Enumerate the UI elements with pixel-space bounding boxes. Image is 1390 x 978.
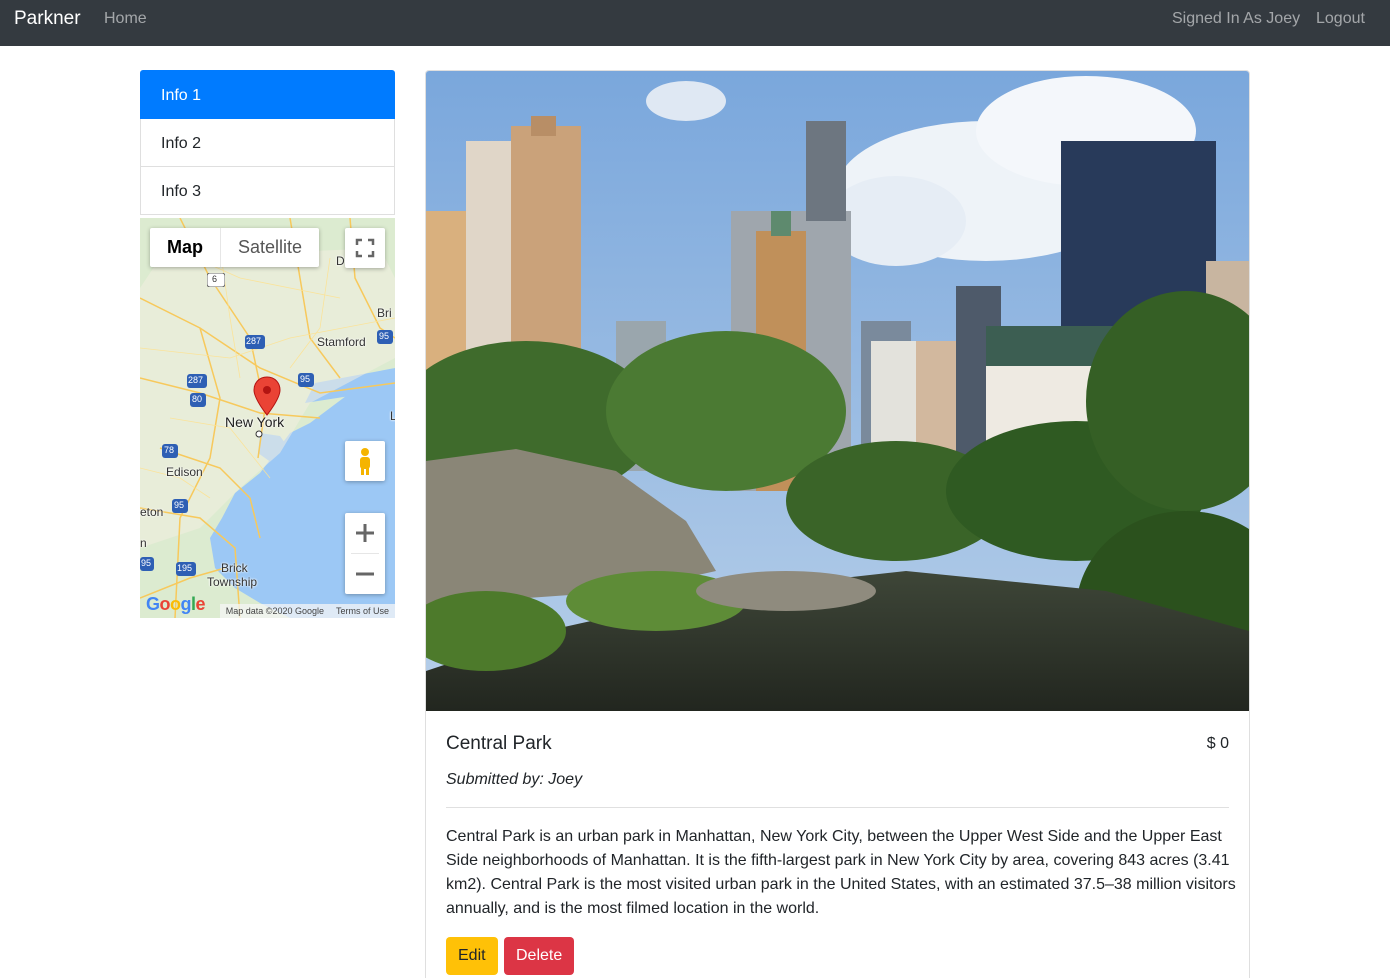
- shield-label: 287: [246, 336, 262, 346]
- shield-label: 6: [212, 274, 218, 284]
- nav-home-link[interactable]: Home: [104, 10, 147, 28]
- zoom-out-icon[interactable]: [345, 554, 385, 594]
- list-item-info-2[interactable]: Info 2: [140, 118, 395, 167]
- divider: [446, 807, 1229, 808]
- shield-label: 195: [177, 563, 193, 573]
- city-dot: [255, 430, 263, 438]
- map-label-brick: Brick: [221, 561, 248, 575]
- shield-label: 95: [300, 374, 311, 384]
- fullscreen-icon: [355, 238, 375, 258]
- navbar: Parkner Home Signed In As Joey Logout: [0, 0, 1390, 46]
- shield-label: 287: [188, 375, 204, 385]
- list-item-info-3[interactable]: Info 3: [140, 166, 395, 215]
- brand-link[interactable]: Parkner: [14, 8, 81, 30]
- shield-label: 95: [379, 331, 390, 341]
- map-label-edison: Edison: [166, 465, 203, 479]
- map-type-satellite-button[interactable]: Satellite: [221, 228, 319, 267]
- submitted-by: Submitted by: Joey: [446, 771, 583, 788]
- map-attribution: Map data ©2020 Google Terms of Use: [219, 604, 395, 618]
- park-title: Central Park: [446, 733, 552, 754]
- logout-link[interactable]: Logout: [1316, 10, 1365, 28]
- map-label-d: D: [336, 254, 345, 268]
- map-type-map-button[interactable]: Map: [150, 228, 221, 267]
- delete-button[interactable]: Delete: [504, 937, 575, 975]
- edit-button[interactable]: Edit: [446, 937, 498, 975]
- map-pin-icon[interactable]: [253, 376, 281, 416]
- terms-link[interactable]: Terms of Use: [336, 604, 389, 618]
- zoom-in-icon[interactable]: [345, 513, 385, 553]
- park-description: Central Park is an urban park in Manhatt…: [446, 828, 1236, 917]
- shield-label: 78: [164, 445, 175, 455]
- shield-label: 95: [141, 558, 152, 568]
- map-label-l: L: [390, 409, 395, 423]
- zoom-control: [345, 513, 385, 594]
- pegman-icon: [360, 448, 370, 475]
- map-label-new-york: New York: [225, 414, 285, 430]
- signed-in-text: Signed In As Joey: [1172, 10, 1301, 27]
- map-data-text: Map data ©2020 Google: [225, 606, 324, 616]
- park-photo: [426, 71, 1249, 711]
- street-view-button[interactable]: [345, 441, 385, 481]
- map[interactable]: Map Satellite 6 287 287 80 95 78 95 95 1…: [140, 218, 395, 618]
- map-label-eton: eton: [140, 505, 164, 519]
- shield-label: 95: [174, 500, 185, 510]
- info-list: Info 1 Info 2 Info 3: [140, 70, 395, 215]
- map-label-n: n: [140, 536, 147, 550]
- map-label-township: Township: [207, 575, 258, 589]
- map-label-bri: Bri: [377, 306, 392, 320]
- shield-label: 80: [192, 394, 203, 404]
- fullscreen-button[interactable]: [345, 228, 385, 268]
- park-price: $ 0: [1206, 735, 1229, 752]
- map-type-control: Map Satellite: [150, 228, 320, 267]
- park-card: Central Park $ 0 Submitted by: Joey Cent…: [425, 70, 1250, 978]
- map-label-stamford: Stamford: [317, 335, 366, 349]
- google-logo[interactable]: Google: [146, 594, 206, 615]
- list-item-info-1[interactable]: Info 1: [140, 70, 395, 119]
